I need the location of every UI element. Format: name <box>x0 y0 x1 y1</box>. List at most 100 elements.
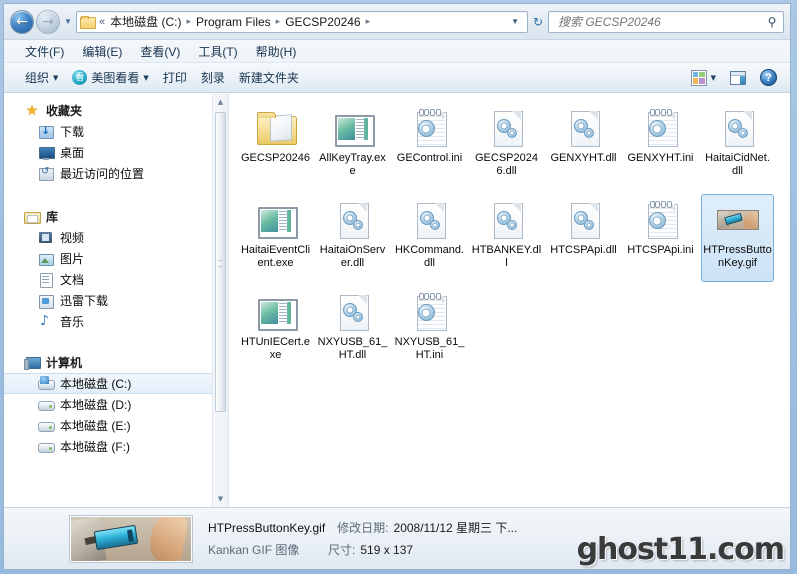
search-icon[interactable]: ⚲ <box>765 15 779 29</box>
sidebar-item-desktop[interactable]: 桌面 <box>4 142 212 163</box>
organize-button[interactable]: 组织 ▼ <box>18 66 65 89</box>
dll-file-icon <box>484 107 530 149</box>
refresh-button[interactable]: ↻ <box>528 15 548 29</box>
burn-button[interactable]: 刻录 <box>194 66 232 89</box>
details-modified-value: 2008/11/12 星期三 下... <box>393 521 518 535</box>
menu-help[interactable]: 帮助(H) <box>247 41 306 62</box>
scroll-down-button[interactable]: ▼ <box>213 491 228 507</box>
sidebar-item-pictures[interactable]: 图片 <box>4 248 212 269</box>
organize-label: 组织 <box>25 71 50 85</box>
file-item-haitaieventclient-exe[interactable]: HaitaiEventClient.exe <box>239 194 312 282</box>
history-dropdown-button[interactable]: ▼ <box>61 17 75 26</box>
sidebar-item-computer[interactable]: 计算机 <box>4 352 212 373</box>
file-list-view[interactable]: GECSP20246 AllKeyTray.exe GEControl.ini … <box>229 94 790 507</box>
file-item-nxyusb-ini[interactable]: NXYUSB_61_HT.ini <box>393 286 466 374</box>
dll-file-icon <box>484 199 530 241</box>
sidebar-item-drive-e[interactable]: 本地磁盘 (E:) <box>4 415 212 436</box>
sidebar-item-libraries[interactable]: 库 <box>4 206 212 227</box>
drive-icon <box>38 397 55 413</box>
menu-edit[interactable]: 编辑(E) <box>73 41 131 62</box>
desktop-icon <box>38 145 55 161</box>
sidebar-label: 本地磁盘 (D:) <box>60 398 132 412</box>
sidebar-label: 库 <box>46 210 59 224</box>
nav-group-libraries: 库 视频 图片 文档 迅雷下载 ♪ 音乐 <box>4 206 212 332</box>
scroll-up-button[interactable]: ▲ <box>213 94 228 110</box>
sidebar-label: 本地磁盘 (F:) <box>60 440 130 454</box>
file-item-htbankey-dll[interactable]: HTBANKEY.dll <box>470 194 543 282</box>
back-button[interactable]: ← <box>10 9 34 34</box>
menu-tools[interactable]: 工具(T) <box>189 41 246 62</box>
ini-file-icon <box>407 107 453 149</box>
sidebar-item-music[interactable]: 音乐 <box>4 311 212 332</box>
breadcrumb-program-files[interactable]: Program Files <box>194 14 273 30</box>
application-icon <box>253 291 299 333</box>
chevron-down-icon: ▼ <box>53 73 59 82</box>
file-item-nxyusb-dll[interactable]: NXYUSB_61_HT.dll <box>316 286 389 374</box>
menu-bar: 文件(F) 编辑(E) 查看(V) 工具(T) 帮助(H) <box>4 40 790 63</box>
navigation-pane-scrollbar[interactable]: ▲ ▼ <box>212 94 228 507</box>
file-item-haitaicidnet-dll[interactable]: HaitaiCidNet.dll <box>701 102 774 190</box>
sidebar-item-documents[interactable]: 文档 <box>4 269 212 290</box>
meitu-label: 美图看看 <box>91 71 140 85</box>
file-item-genxyht-ini[interactable]: GENXYHT.ini <box>624 102 697 190</box>
file-item-gecontrol-ini[interactable]: GEControl.ini <box>393 102 466 190</box>
details-pane: HTPressButtonKey.gif 修改日期: 2008/11/12 星期… <box>4 507 790 569</box>
file-item-folder[interactable]: GECSP20246 <box>239 102 312 190</box>
window-client-area: ← → ▼ « 本地磁盘 (C:) ▸ Program Files ▸ GECS… <box>3 3 791 570</box>
details-size-label: 尺寸: <box>328 543 356 557</box>
file-item-gecsp20246-dll[interactable]: GECSP20246.dll <box>470 102 543 190</box>
sidebar-label: 迅雷下载 <box>60 294 109 308</box>
help-button[interactable]: ? <box>753 66 784 89</box>
new-folder-button[interactable]: 新建文件夹 <box>232 66 306 89</box>
sidebar-item-downloads[interactable]: 下载 <box>4 121 212 142</box>
file-name: AllKeyTray.exe <box>319 152 386 177</box>
computer-icon <box>24 355 41 371</box>
file-item-genxyht-dll[interactable]: GENXYHT.dll <box>547 102 620 190</box>
sidebar-label: 音乐 <box>60 315 85 329</box>
file-item-htcspapi-ini[interactable]: HTCSPApi.ini <box>624 194 697 282</box>
search-input[interactable] <box>556 13 765 30</box>
search-box[interactable]: ⚲ <box>548 10 784 33</box>
sidebar-item-drive-f[interactable]: 本地磁盘 (F:) <box>4 436 212 457</box>
address-bar[interactable]: « 本地磁盘 (C:) ▸ Program Files ▸ GECSP20246… <box>76 10 528 33</box>
breadcrumb-overflow-chevron[interactable]: « <box>97 16 108 28</box>
details-line-secondary: Kankan GIF 图像 尺寸: 519 x 137 <box>208 541 782 558</box>
breadcrumb-separator-icon: ▸ <box>186 16 191 27</box>
file-name: GECSP20246 <box>240 152 311 164</box>
menu-view[interactable]: 查看(V) <box>131 41 189 62</box>
print-button[interactable]: 打印 <box>156 66 194 89</box>
file-item-htpressbuttonkey-gif[interactable]: HTPressButtonKey.gif <box>701 194 774 282</box>
file-item-htuniecert-exe[interactable]: HTUnIECert.exe <box>239 286 312 374</box>
file-item-allkeytray[interactable]: AllKeyTray.exe <box>316 102 389 190</box>
sidebar-item-videos[interactable]: 视频 <box>4 227 212 248</box>
breadcrumb-current-folder[interactable]: GECSP20246 <box>283 14 362 30</box>
sidebar-item-drive-c[interactable]: 本地磁盘 (C:) <box>4 373 212 394</box>
nav-group-gap <box>4 188 212 206</box>
dll-file-icon <box>330 291 376 333</box>
file-item-hkcommand-dll[interactable]: HKCommand.dll <box>393 194 466 282</box>
address-dropdown-button[interactable]: ▼ <box>505 17 525 26</box>
sidebar-label: 文档 <box>60 273 85 287</box>
library-icon <box>24 209 41 225</box>
meitu-icon: 看 <box>72 70 88 85</box>
xunlei-download-icon <box>38 293 54 309</box>
sidebar-item-favorites[interactable]: ★ 收藏夹 <box>4 100 212 121</box>
sidebar-item-drive-d[interactable]: 本地磁盘 (D:) <box>4 394 212 415</box>
change-view-button[interactable]: ▼ <box>684 67 723 89</box>
explorer-window: ← → ▼ « 本地磁盘 (C:) ▸ Program Files ▸ GECS… <box>0 0 797 574</box>
gif-thumbnail-icon <box>715 199 761 241</box>
file-item-htcspapi-dll[interactable]: HTCSPApi.dll <box>547 194 620 282</box>
forward-button[interactable]: → <box>36 9 60 34</box>
details-filename: HTPressButtonKey.gif <box>208 521 326 535</box>
breadcrumb-drive[interactable]: 本地磁盘 (C:) <box>108 12 183 31</box>
file-name: HTCSPApi.dll <box>550 244 617 256</box>
menu-file[interactable]: 文件(F) <box>16 41 73 62</box>
back-arrow-icon: ← <box>16 13 28 30</box>
file-item-haitaionserver-dll[interactable]: HaitaiOnServer.dll <box>316 194 389 282</box>
drive-icon <box>38 439 55 455</box>
sidebar-item-xunlei-download[interactable]: 迅雷下载 <box>4 290 212 311</box>
meitu-viewer-button[interactable]: 看 美图看看 ▼ <box>65 66 155 89</box>
scrollbar-thumb[interactable] <box>215 112 226 412</box>
preview-pane-button[interactable] <box>723 68 753 88</box>
sidebar-item-recent-places[interactable]: 最近访问的位置 <box>4 163 212 184</box>
